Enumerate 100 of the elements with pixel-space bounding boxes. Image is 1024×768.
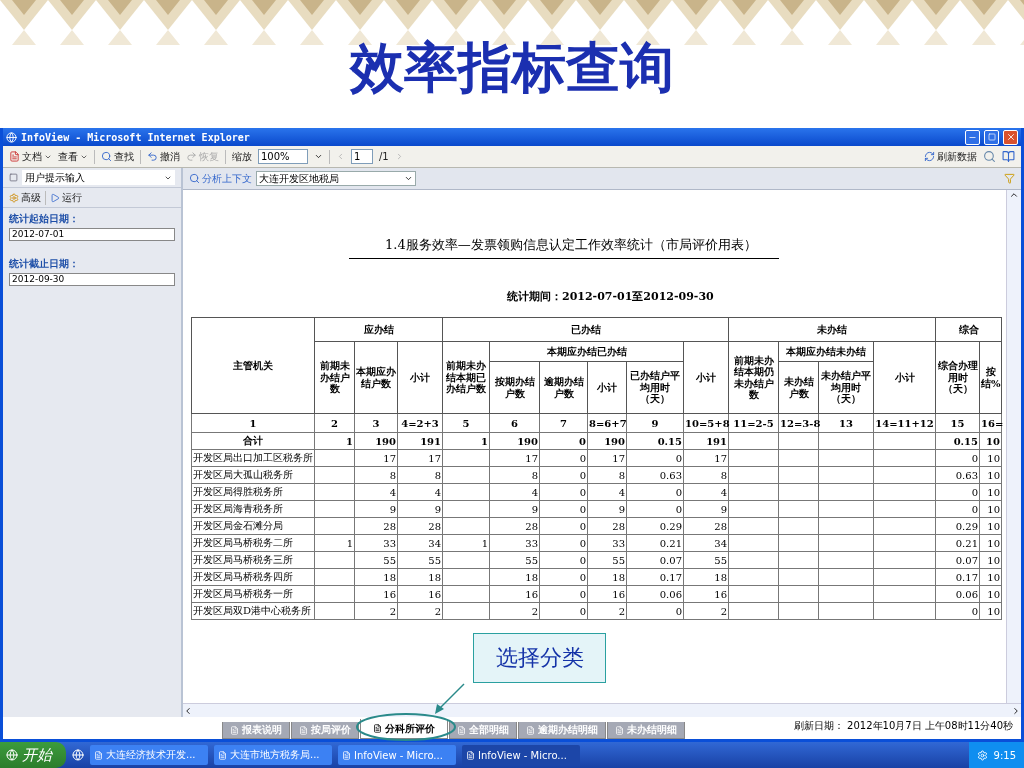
column-header: 小计 xyxy=(587,361,627,414)
table-cell xyxy=(818,449,874,467)
table-cell xyxy=(818,500,874,518)
table-cell: 17 xyxy=(354,449,398,467)
table-cell: 0.06 xyxy=(935,585,980,603)
column-header: 前期未办结户数 xyxy=(314,341,355,414)
table-cell: 0.06 xyxy=(626,585,684,603)
vertical-scrollbar[interactable] xyxy=(1006,190,1021,703)
table-cell: 33 xyxy=(587,534,627,552)
advanced-button[interactable]: 高级 xyxy=(9,190,41,205)
document-icon xyxy=(94,750,103,760)
minimize-button[interactable] xyxy=(965,129,980,145)
table-cell: 1 xyxy=(191,413,315,433)
table-cell: 17 xyxy=(489,449,540,467)
taskbar-task[interactable]: InfoView - Micro... xyxy=(338,745,456,765)
table-cell: 28 xyxy=(683,517,729,535)
table-cell: 10 xyxy=(979,449,1002,467)
table-cell xyxy=(778,500,819,518)
table-cell: 18 xyxy=(683,568,729,586)
table-cell xyxy=(442,483,490,501)
column-header: 小计 xyxy=(873,341,936,414)
refresh-data-button[interactable]: 刷新数据 xyxy=(924,149,977,164)
table-cell xyxy=(873,483,936,501)
column-header: 本期应办结已办结 xyxy=(489,341,684,362)
table-cell: 17 xyxy=(587,449,627,467)
dropdown-icon[interactable] xyxy=(314,152,323,161)
table-cell: 34 xyxy=(683,534,729,552)
document-icon xyxy=(373,724,382,733)
search-icon[interactable] xyxy=(983,150,996,163)
horizontal-scrollbar[interactable] xyxy=(183,703,1021,717)
column-header: 主管机关 xyxy=(191,317,315,414)
table-cell xyxy=(728,517,779,535)
table-cell: 0 xyxy=(935,449,980,467)
column-header: 已办结 xyxy=(442,317,729,342)
table-cell: 10 xyxy=(979,466,1002,484)
table-cell: 0 xyxy=(626,449,684,467)
toolbar-menu[interactable]: 查看 xyxy=(58,149,88,164)
table-cell: 17 xyxy=(397,449,443,467)
table-cell xyxy=(818,551,874,569)
table-cell: 190 xyxy=(489,432,540,450)
taskbar-task[interactable]: InfoView - Micro... xyxy=(462,745,580,765)
book-icon[interactable] xyxy=(1002,150,1015,163)
table-cell: 2 xyxy=(354,602,398,620)
table-cell xyxy=(314,500,355,518)
table-cell xyxy=(314,466,355,484)
page-field[interactable]: 1 xyxy=(351,149,373,164)
table-cell: 0 xyxy=(626,500,684,518)
table-cell: 34 xyxy=(397,534,443,552)
prompt-selector[interactable]: 用户提示输入 xyxy=(22,170,175,185)
table-cell: 28 xyxy=(587,517,627,535)
table-cell xyxy=(728,602,779,620)
table-cell: 5 xyxy=(442,413,490,433)
undo-button[interactable]: 撤消 xyxy=(147,149,180,164)
start-button[interactable]: 开始 xyxy=(0,742,66,768)
slide-title: 效率指标查询 xyxy=(350,40,674,94)
zoom-field[interactable]: 100% xyxy=(258,149,308,164)
browser-icon[interactable] xyxy=(72,749,84,761)
close-button[interactable] xyxy=(1003,129,1018,145)
report-tab[interactable]: 分科所评价 xyxy=(360,719,448,739)
table-cell: 9 xyxy=(397,500,443,518)
table-cell xyxy=(728,568,779,586)
column-header: 未办结户数 xyxy=(778,361,819,414)
table-cell: 3 xyxy=(354,413,398,433)
leader-line xyxy=(432,683,466,715)
table-cell: 10 xyxy=(979,551,1002,569)
table-cell: 0.21 xyxy=(626,534,684,552)
date-field[interactable]: 2012-07-01 xyxy=(9,228,175,241)
date-field[interactable]: 2012-09-30 xyxy=(9,273,175,286)
table-cell xyxy=(778,432,819,450)
maximize-button[interactable] xyxy=(984,129,999,145)
table-cell: 10 xyxy=(979,585,1002,603)
table-cell: 28 xyxy=(354,517,398,535)
table-cell: 2 xyxy=(489,602,540,620)
taskbar-task[interactable]: 大连市地方税务局... xyxy=(214,745,332,765)
table-cell xyxy=(818,585,874,603)
redo-icon xyxy=(186,151,197,162)
tray-icon[interactable] xyxy=(976,749,988,761)
column-header: 综合 xyxy=(935,317,1002,342)
taskbar-task[interactable]: 大连经济技术开发... xyxy=(90,745,208,765)
find-button[interactable]: 查找 xyxy=(101,149,134,164)
context-select[interactable]: 大连开发区地税局 xyxy=(256,171,416,186)
callout-box: 选择分类 xyxy=(473,633,606,683)
table-cell xyxy=(314,602,355,620)
table-cell: 55 xyxy=(587,551,627,569)
table-cell: 190 xyxy=(354,432,398,450)
table-cell xyxy=(314,585,355,603)
table-cell xyxy=(442,602,490,620)
document-icon xyxy=(526,725,535,735)
field-label: 统计截止日期： xyxy=(8,257,80,271)
table-cell: 191 xyxy=(683,432,729,450)
table-cell: 0.15 xyxy=(935,432,980,450)
table-cell: 15 xyxy=(935,413,980,433)
run-button[interactable]: 运行 xyxy=(50,190,82,205)
search-icon xyxy=(101,151,112,162)
toolbar-menu[interactable]: 文档 xyxy=(9,149,52,164)
table-cell: 10 xyxy=(979,500,1002,518)
document-icon xyxy=(218,750,227,760)
table-cell: 33 xyxy=(489,534,540,552)
table-cell xyxy=(728,500,779,518)
table-cell: 开发区局双D港中心税务所 xyxy=(191,602,315,620)
